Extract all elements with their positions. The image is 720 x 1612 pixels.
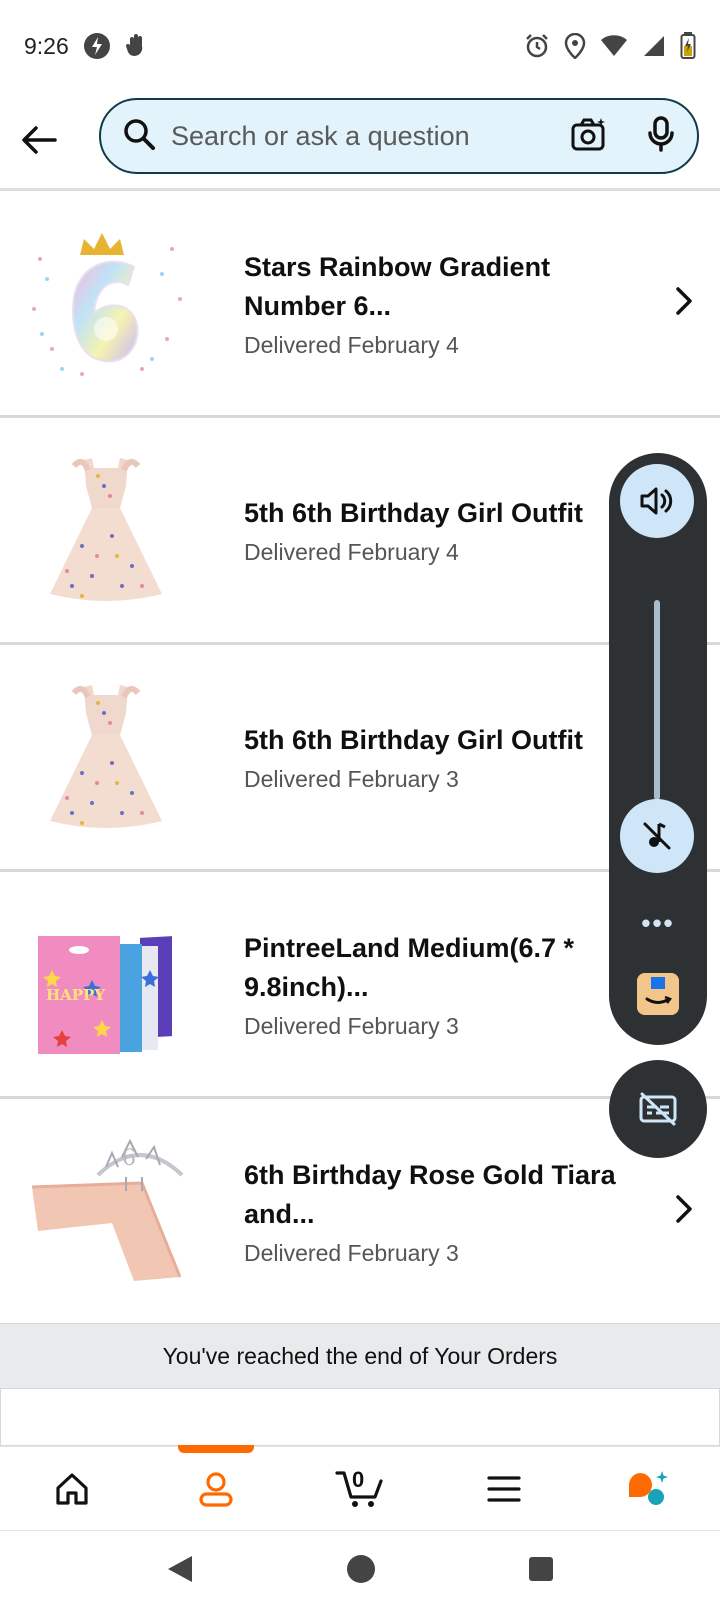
more-options-icon[interactable]: •••: [609, 908, 707, 939]
search-icon: [123, 118, 155, 155]
rufus-assistant-icon: [628, 1470, 668, 1505]
status-bar: 9:26: [0, 0, 720, 92]
live-caption-button[interactable]: [609, 1060, 707, 1158]
status-time: 9:26: [24, 32, 69, 59]
order-status: Delivered February 3: [244, 1012, 459, 1039]
bottom-nav: 0: [0, 1444, 720, 1531]
media-volume-button[interactable]: [620, 799, 694, 873]
nav-account[interactable]: [156, 1444, 276, 1531]
alarm-icon: [524, 33, 550, 59]
system-home-icon[interactable]: [346, 1554, 376, 1589]
back-button[interactable]: [0, 101, 78, 179]
product-image-girl-dress[interactable]: [22, 446, 190, 614]
order-status: Delivered February 4: [244, 539, 459, 565]
order-title[interactable]: Stars Rainbow Gradient Number 6...: [244, 248, 654, 326]
product-image-number-6-balloon[interactable]: [22, 219, 190, 387]
amazon-app-icon[interactable]: [637, 973, 679, 1015]
chevron-right-icon[interactable]: [674, 286, 694, 321]
blank-card: [0, 1388, 720, 1446]
microphone-icon[interactable]: [647, 115, 675, 157]
volume-slider-track[interactable]: [654, 600, 660, 800]
home-icon: [56, 1472, 88, 1505]
signal-icon: [642, 34, 666, 58]
order-status: Delivered February 3: [244, 766, 459, 792]
end-of-orders-message: You've reached the end of Your Orders: [0, 1324, 720, 1388]
battery-icon: [680, 32, 696, 60]
order-status: Delivered February 3: [244, 1239, 459, 1266]
location-icon: [564, 33, 586, 59]
chevron-right-icon[interactable]: [674, 1194, 694, 1229]
header: [0, 92, 720, 188]
nav-home[interactable]: [12, 1447, 132, 1531]
volume-ringer-button[interactable]: [620, 464, 694, 538]
volume-panel: •••: [609, 453, 707, 1045]
order-title[interactable]: 5th 6th Birthday Girl Outfit: [244, 721, 654, 760]
order-item[interactable]: Stars Rainbow Gradient Number 6... Deliv…: [0, 191, 720, 418]
nav-cart[interactable]: 0: [300, 1447, 420, 1531]
camera-search-icon[interactable]: [571, 117, 607, 156]
data-saver-icon: [83, 32, 111, 60]
search-input[interactable]: [171, 120, 571, 152]
speaker-icon: [640, 487, 673, 515]
svg-text:HAPPY: HAPPY: [46, 986, 105, 1004]
back-arrow-icon: [22, 126, 57, 154]
order-item[interactable]: 6 6th Birthday Rose Gold Tiara and... De…: [0, 1099, 720, 1326]
search-bar[interactable]: [99, 98, 699, 174]
cart-count: 0: [352, 1466, 365, 1492]
nav-menu[interactable]: [444, 1447, 564, 1531]
hamburger-menu-icon: [487, 1475, 521, 1502]
order-title[interactable]: 6th Birthday Rose Gold Tiara and...: [244, 1156, 654, 1234]
wifi-icon: [600, 34, 628, 58]
system-back-icon[interactable]: [166, 1554, 194, 1589]
account-icon: [199, 1471, 233, 1507]
nav-rufus[interactable]: [588, 1447, 708, 1531]
order-status: Delivered February 4: [244, 331, 459, 358]
hand-icon: [125, 32, 149, 60]
product-image-tiara-sash[interactable]: 6: [22, 1127, 190, 1295]
music-off-icon: [643, 822, 671, 850]
captions-off-icon: [639, 1092, 677, 1126]
product-image-girl-dress[interactable]: [22, 673, 190, 841]
system-nav-bar: [0, 1530, 720, 1612]
active-tab-indicator: [178, 1444, 254, 1453]
product-image-party-bags[interactable]: HAPPY: [22, 900, 190, 1068]
system-recents-icon[interactable]: [528, 1556, 554, 1587]
order-title[interactable]: PintreeLand Medium(6.7 * 9.8inch)...: [244, 929, 654, 1007]
order-title[interactable]: 5th 6th Birthday Girl Outfit: [244, 494, 654, 533]
svg-text:6: 6: [122, 1146, 136, 1171]
